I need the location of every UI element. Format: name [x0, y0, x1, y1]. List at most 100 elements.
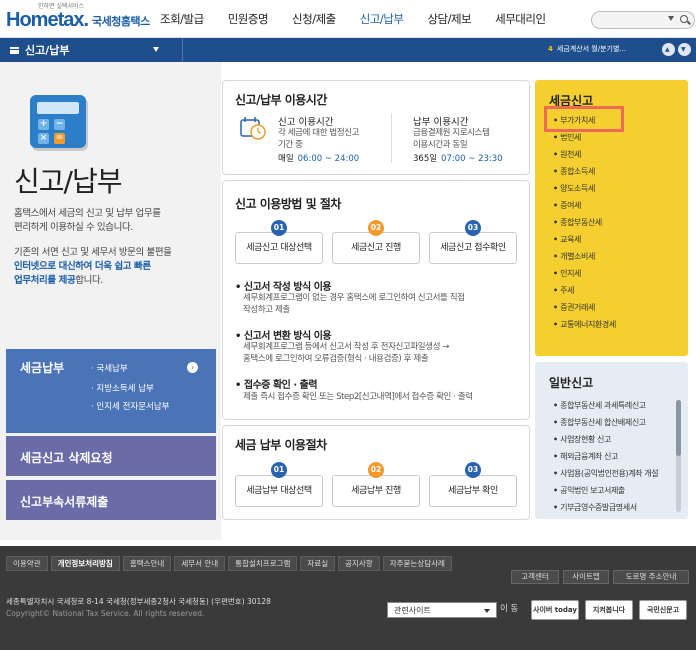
nav-item-certificate[interactable]: 민원증명 [228, 11, 269, 27]
hometax-logo[interactable]: 안하면 실택서비스 Hometax. 국세청홈택스 [6, 3, 150, 32]
footer-link-privacy[interactable]: 개인정보처리방침 [50, 556, 120, 571]
scrollbar[interactable] [676, 400, 681, 512]
tax-payment-title: 세금납부 [20, 361, 65, 375]
method-bullet-desc: 세무회계프로그램 등에서 신고서 작성 후 전자신고파일생성 → [243, 342, 450, 352]
next-notice-button[interactable]: ▼ [678, 43, 691, 56]
footer-address: 세종특별자치시 국세청로 8-14 국세청(정부세종2청사 국세청동) (우편번… [6, 597, 271, 606]
hero-highlight-text: 업무처리를 제공 [14, 275, 76, 286]
nav-item-application[interactable]: 신청/제출 [292, 11, 336, 27]
calc-key: × [38, 133, 49, 144]
related-sites-select[interactable]: 관련사이트 [387, 602, 497, 618]
method-bullet-desc: 작성하고 제출 [243, 305, 290, 315]
general-report-item[interactable]: 종합부동산세 과세특례신고 [553, 400, 646, 411]
report-hours-desc: 기간 중 [278, 140, 303, 150]
method-bullet-desc: 제출 즉시 접수증 확인 또는 Step2[신고내역]에서 접수증 확인 · 출… [243, 392, 473, 402]
step-number: 02 [368, 220, 384, 236]
sitemap-button[interactable]: 사이트맵 [563, 570, 609, 584]
nav-item-inquiry[interactable]: 조회/발급 [160, 11, 204, 27]
step-pay-confirm[interactable]: 세금납부 확인 [429, 475, 517, 507]
scrollbar-thumb[interactable] [676, 400, 681, 456]
tax-report-item-income[interactable]: 종합소득세 [553, 166, 595, 177]
footer-link-terms[interactable]: 이용약관 [6, 556, 48, 571]
tax-report-item-liquor[interactable]: 주세 [553, 285, 574, 296]
hours-card: 신고/납부 이용시간 신고 이용시간 각 세금에 대한 법정신고 기간 중 매일… [222, 80, 530, 175]
banner-cyber-today[interactable]: 사이버 today [531, 600, 579, 620]
method-bullet-title: 접수증 확인 · 출력 [235, 376, 318, 391]
hero-description-2: 기존의 서면 신고 및 세무서 방문의 불편을 인터넷으로 대신하여 더욱 쉽고… [14, 246, 214, 288]
nav-item-agent[interactable]: 세무대리인 [495, 11, 546, 27]
general-report-panel: 일반신고 종합부동산세 과세특례신고 종합부동산세 합산배제신고 사업장현황 신… [535, 362, 688, 519]
menu-item-local-income-tax[interactable]: · 지방소득세 납부 [91, 382, 154, 394]
nav-item-report-pay[interactable]: 신고/납부 [360, 11, 404, 27]
tax-report-item-gift[interactable]: 증여세 [553, 200, 581, 211]
tax-report-item-education[interactable]: 교육세 [553, 234, 581, 245]
general-report-item[interactable]: 사업장현황 신고 [553, 434, 611, 445]
step-report-progress[interactable]: 세금신고 진행 [332, 232, 420, 264]
banner-watch[interactable]: 지켜봅니다 [585, 600, 633, 620]
notice-text: 세금계산서 월/분기별... [556, 45, 627, 53]
prev-notice-button[interactable]: ▲ [662, 43, 675, 56]
footer-copyright: Copyright© National Tax Service. All rig… [6, 609, 205, 618]
general-report-item[interactable]: 기부금영수증발급명세서 [553, 502, 637, 513]
road-address-button[interactable]: 도로명 주소안내 [613, 570, 689, 584]
calculator-icon: + − × = [30, 95, 86, 148]
tax-report-item-corporate[interactable]: 법인세 [553, 132, 581, 143]
chevron-down-icon[interactable] [668, 16, 674, 21]
chevron-right-icon[interactable]: › [187, 362, 198, 373]
footer-link-office[interactable]: 세무서 안내 [174, 556, 226, 571]
calc-key: = [54, 133, 65, 144]
calc-key: − [54, 119, 65, 130]
submenu-toggle[interactable]: 신고/납부 [10, 38, 70, 62]
menu-item-stamp-tax-payment[interactable]: · 인지세 전자문서납부 [91, 400, 170, 412]
footer-link-faq[interactable]: 자주묻는상담사례 [382, 556, 452, 571]
method-title: 신고 이용방법 및 절차 [235, 197, 341, 211]
step-number: 03 [465, 220, 481, 236]
step-pay-progress[interactable]: 세금납부 진행 [332, 475, 420, 507]
hero-text-line: 편리하게 이용하실 수 있습니다. [14, 222, 133, 233]
step-number: 02 [368, 462, 384, 478]
customer-center-button[interactable]: 고객센터 [511, 570, 559, 584]
calc-key: + [38, 119, 49, 130]
tax-report-item-stamp[interactable]: 인지세 [553, 268, 581, 279]
search-icon[interactable] [680, 15, 688, 23]
banner-petition[interactable]: 국민신문고 [639, 600, 687, 620]
report-time: 06:00 ~ 24:00 [297, 154, 360, 164]
divider [391, 113, 392, 163]
tax-report-item-consumption[interactable]: 개별소비세 [553, 251, 595, 262]
step-report-receipt[interactable]: 세금신고 접수확인 [429, 232, 517, 264]
footer-link-notice[interactable]: 공지사항 [338, 556, 380, 571]
footer-link-library[interactable]: 자료실 [300, 556, 336, 571]
calculator-screen [37, 102, 79, 114]
report-hours-title: 신고 이용시간 [278, 117, 334, 128]
method-bullet-desc: 세무회계프로그램이 없는 경우 홈택스에 로그인하여 신고서를 직접 [243, 293, 465, 303]
menu-item-national-tax-payment[interactable]: · 국세납부 [91, 362, 128, 374]
hours-title: 신고/납부 이용시간 [235, 93, 327, 107]
chevron-down-icon[interactable] [153, 47, 159, 52]
method-bullet-desc: 홈택스에 로그인하여 오류검증(형식 · 내용검증) 후 제출 [243, 354, 429, 364]
tax-report-item-traffic-energy[interactable]: 교통에너지환경세 [553, 319, 616, 330]
step-pay-select[interactable]: 세금납부 대상선택 [235, 475, 323, 507]
search-input[interactable] [591, 11, 695, 29]
logo-sub: 국세청홈택스 [92, 15, 150, 28]
hero-text-line: 기존의 서면 신고 및 세무서 방문의 불편을 [14, 247, 172, 258]
go-button[interactable]: 이 동 [500, 602, 518, 614]
footer-link-guide[interactable]: 홈택스안내 [122, 556, 172, 571]
attachment-submit-button[interactable]: 신고부속서류제출 [6, 480, 216, 520]
tax-report-item-property[interactable]: 종합부동산세 [553, 217, 602, 228]
step-report-select[interactable]: 세금신고 대상선택 [235, 232, 323, 264]
tax-report-item-withholding[interactable]: 원천세 [553, 149, 581, 160]
notice-ticker[interactable]: 4 세금계산서 월/분기별... [548, 44, 626, 54]
general-report-item[interactable]: 종합부동산세 합산배제신고 [553, 417, 646, 428]
tax-report-item-securities[interactable]: 증권거래세 [553, 302, 595, 313]
general-report-item[interactable]: 공익법인 보고서제출 [553, 485, 625, 496]
report-day: 매일 [278, 154, 294, 164]
tax-payment-menu[interactable]: 세금납부 › · 국세납부 · 지방소득세 납부 · 인지세 전자문서납부 [6, 349, 216, 433]
general-report-item[interactable]: 사업용(공익법인전용)계좌 개설 [553, 468, 658, 479]
tax-report-item-transfer[interactable]: 양도소득세 [553, 183, 595, 194]
logo-tagline: 안하면 실택서비스 [38, 3, 85, 10]
general-report-item[interactable]: 해외금융계좌 신고 [553, 451, 618, 462]
nav-item-consult[interactable]: 상담/제보 [427, 11, 471, 27]
footer-link-install[interactable]: 통합설치프로그램 [228, 556, 298, 571]
highlight-box [544, 106, 624, 132]
delete-request-button[interactable]: 세금신고 삭제요청 [6, 436, 216, 476]
